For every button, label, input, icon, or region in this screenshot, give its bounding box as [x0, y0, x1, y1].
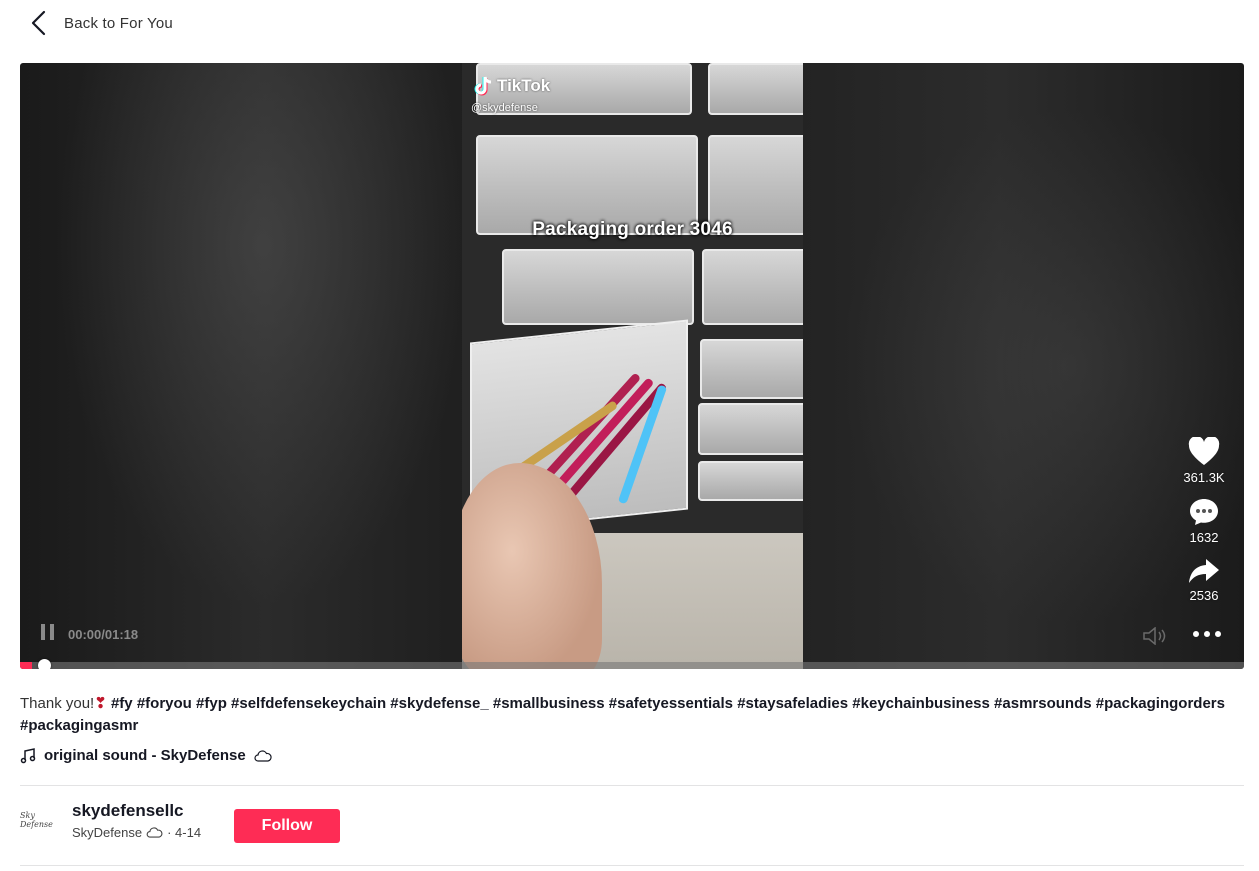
hashtag-link[interactable]: #foryou [137, 695, 192, 712]
back-label: Back to For You [64, 14, 173, 32]
pause-icon [41, 624, 54, 640]
progress-fill [20, 662, 33, 669]
more-options-button[interactable] [1192, 625, 1222, 643]
back-to-for-you-link[interactable]: Back to For You [30, 8, 173, 38]
comment-icon [1190, 499, 1218, 525]
avatar-logo-text: Sky Defense [20, 811, 53, 829]
speaker-icon [1143, 626, 1166, 646]
music-note-icon [20, 747, 36, 763]
author-info: skydefensellc SkyDefense · 4-14 [72, 801, 201, 840]
hashtag-link[interactable]: #smallbusiness [493, 695, 605, 712]
hashtag-link[interactable]: #asmrsounds [994, 695, 1092, 712]
video-player[interactable]: TikTok @skydefense Packaging order 3046 … [20, 63, 1244, 669]
sound-link[interactable]: original sound - SkyDefense [20, 747, 272, 764]
like-button[interactable]: 361.3K [1183, 437, 1225, 497]
like-count: 361.3K [1183, 470, 1225, 485]
tiktok-brand: TikTok [497, 76, 551, 95]
hashtag-link[interactable]: #safetyessentials [609, 695, 733, 712]
blurred-background-right [802, 63, 1244, 669]
pause-button[interactable] [40, 623, 56, 646]
author-card: Sky Defense skydefensellc SkyDefense · 4… [20, 800, 201, 840]
video-description: Thank you!❣ #fy #foryou #fyp #selfdefens… [20, 693, 1244, 737]
volume-button[interactable] [1142, 626, 1168, 650]
author-subline: SkyDefense · 4-14 [72, 825, 201, 840]
playback-controls: 00:00/01:18 [40, 623, 138, 646]
cloud-icon [146, 826, 163, 838]
heart-emoji: ❣ [94, 695, 107, 712]
hashtag-link[interactable]: #fy [111, 695, 133, 712]
sound-label: original sound - SkyDefense [44, 747, 246, 764]
hashtag-link[interactable]: #staysafeladies [737, 695, 848, 712]
heart-icon [1188, 437, 1220, 465]
author-nickname: SkyDefense [72, 824, 143, 840]
watermark-handle: @skydefense [471, 102, 538, 114]
hashtag-link[interactable]: #skydefense_ [390, 695, 488, 712]
hashtag-link[interactable]: #fyp [196, 695, 227, 712]
video-frame: TikTok @skydefense Packaging order 3046 [462, 63, 803, 669]
cloud-icon [254, 749, 272, 762]
share-count: 2536 [1189, 588, 1219, 603]
comment-button[interactable]: 1632 [1189, 497, 1219, 557]
tiktok-logo-icon [474, 76, 492, 96]
hashtag-link[interactable]: #packagingorders [1096, 695, 1225, 712]
author-username[interactable]: skydefensellc [72, 801, 201, 821]
divider-top [20, 785, 1244, 786]
hashtag-link[interactable]: #packagingasmr [20, 717, 138, 734]
action-bar: 361.3K 1632 2536 [1182, 437, 1226, 617]
comment-count: 1632 [1189, 530, 1219, 545]
video-text-overlay: Packaging order 3046 [532, 219, 733, 240]
progress-knob[interactable] [38, 659, 52, 669]
post-date: · 4-14 [167, 824, 202, 840]
avatar[interactable]: Sky Defense [20, 800, 60, 840]
share-button[interactable]: 2536 [1188, 557, 1220, 617]
chevron-left-icon [31, 10, 46, 36]
hashtag-link[interactable]: #selfdefensekeychain [231, 695, 386, 712]
share-icon [1189, 559, 1219, 583]
more-dots-icon [1193, 631, 1221, 637]
progress-bar[interactable] [20, 659, 1244, 669]
description-text: Thank you! [20, 695, 95, 712]
time-display: 00:00/01:18 [68, 627, 139, 642]
tiktok-watermark: TikTok [474, 75, 550, 97]
hashtag-list: #fy #foryou #fyp #selfdefensekeychain #s… [20, 695, 1225, 734]
divider-bottom [20, 865, 1244, 866]
blurred-background-left [20, 63, 462, 669]
follow-button[interactable]: Follow [234, 809, 340, 843]
hashtag-link[interactable]: #keychainbusiness [852, 695, 990, 712]
